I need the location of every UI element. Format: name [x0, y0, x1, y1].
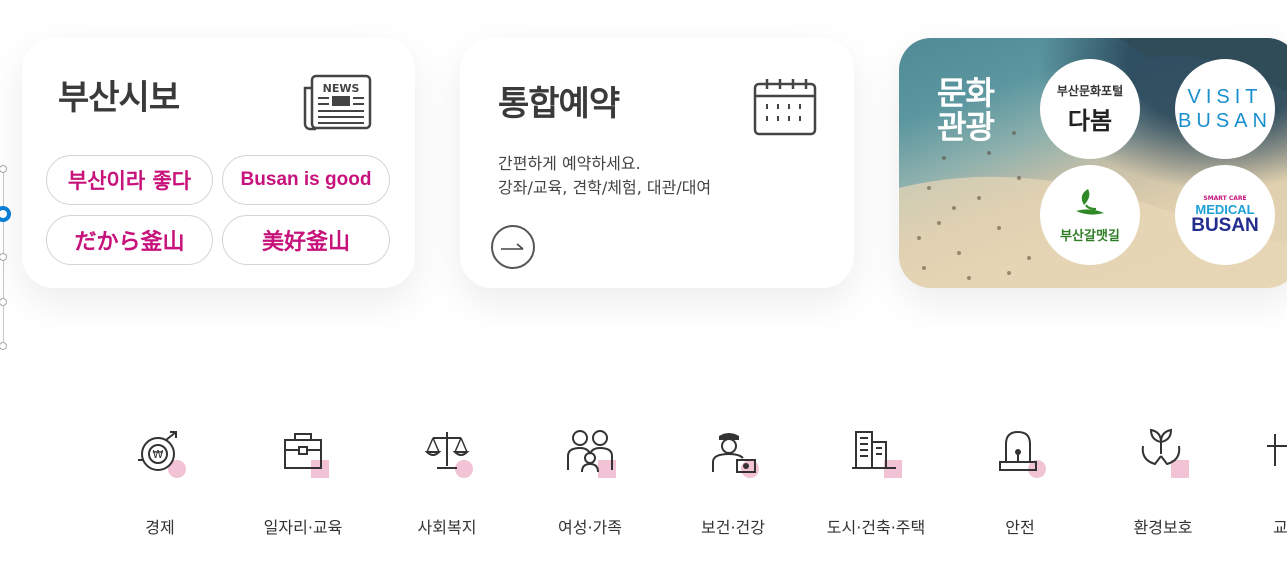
slider-dot-3[interactable]	[0, 253, 7, 261]
dabom-small-label: 부산문화포털	[1056, 84, 1124, 98]
category-social-welfare[interactable]: 사회복지	[387, 424, 507, 538]
news-icon-label: NEWS	[323, 82, 360, 95]
category-label: 경제	[145, 518, 175, 537]
newspaper-icon: NEWS	[303, 74, 372, 131]
category-environment[interactable]: 환경보호	[1103, 424, 1223, 538]
booking-description: 간편하게 예약하세요. 강좌/교육, 견학/체험, 대관/대여	[498, 152, 711, 200]
culture-card-title[interactable]: 문화 관광	[937, 74, 995, 146]
slider-dot-1[interactable]	[0, 165, 7, 173]
scales-icon	[424, 432, 470, 469]
booking-card[interactable]: 통합예약 간편하게 예약하세요. 강좌/교육, 견학/체험, 대관/대여	[460, 38, 854, 288]
category-jobs-education[interactable]: 일자리·교육	[243, 424, 363, 538]
economy-won-icon: ₩	[138, 431, 177, 471]
briefcase-icon	[284, 433, 322, 469]
medical-busan-label: BUSAN	[1191, 215, 1259, 236]
slider-dot-4[interactable]	[0, 298, 7, 306]
busan-label: BUSAN	[1178, 110, 1272, 132]
visit-busan-link[interactable]: VISIT BUSAN	[1175, 59, 1275, 159]
category-label: 사회복지	[417, 518, 477, 537]
svg-text:₩: ₩	[153, 448, 164, 461]
vertical-slider[interactable]	[0, 165, 11, 350]
family-icon	[567, 430, 613, 473]
partial-category-icon	[1267, 434, 1287, 466]
booking-desc-line2: 강좌/교육, 견학/체험, 대관/대여	[498, 178, 712, 197]
category-economy[interactable]: ₩ 경제	[100, 424, 220, 538]
slider-dot-2-active[interactable]	[0, 206, 11, 222]
category-label: 교	[1273, 518, 1287, 537]
medical-small-label: SMART CARE	[1203, 195, 1247, 202]
plant-hands-icon	[1141, 428, 1181, 466]
culture-title-line1: 문화	[937, 74, 995, 112]
pill-busan-good-zh[interactable]: 美好釜山	[222, 215, 390, 265]
slider-dot-5[interactable]	[0, 342, 7, 350]
buildings-icon	[852, 431, 896, 469]
culture-title-line2: 관광	[937, 108, 995, 146]
medical-busan-link[interactable]: SMART CARE MEDICAL BUSAN	[1175, 165, 1275, 265]
booking-go-button[interactable]	[491, 225, 535, 269]
galmaetgil-link[interactable]: 부산갈맷길	[1040, 165, 1140, 265]
pill-busan-good-ja[interactable]: だから釜山	[46, 215, 213, 265]
arrow-right-icon	[501, 243, 524, 250]
dabom-big-label: 다봄	[1067, 107, 1113, 135]
category-label: 환경보호	[1133, 518, 1193, 537]
category-label: 안전	[1005, 518, 1035, 537]
booking-card-title[interactable]: 통합예약	[498, 76, 620, 125]
booking-desc-line1: 간편하게 예약하세요.	[498, 154, 641, 173]
culture-tourism-card: 문화 관광 부산문화포털 다봄 VISIT BUSAN 부산갈맷길 SMART …	[899, 38, 1287, 288]
dabom-portal-link[interactable]: 부산문화포털 다봄	[1040, 59, 1140, 159]
category-women-family[interactable]: 여성·가족	[530, 424, 650, 538]
category-health[interactable]: 보건·건강	[673, 424, 793, 538]
doctor-icon	[712, 433, 756, 473]
busan-news-card: 부산시보 NEWS 부산이라 좋다 Busan is good だから釜山 美好…	[22, 38, 415, 288]
galmaetgil-leaf-icon	[1076, 188, 1104, 215]
visit-label: VISIT	[1187, 86, 1263, 108]
category-label: 도시·건축·주택	[826, 518, 926, 537]
calendar-icon	[753, 79, 817, 136]
category-label: 여성·가족	[558, 518, 622, 537]
news-card-title[interactable]: 부산시보	[58, 70, 180, 119]
galmaetgil-label: 부산갈맷길	[1060, 228, 1120, 244]
category-partial[interactable]: 교	[1237, 424, 1287, 538]
category-label: 일자리·교육	[263, 518, 343, 537]
category-safety[interactable]: 안전	[960, 424, 1080, 538]
pill-busan-good-en[interactable]: Busan is good	[222, 155, 390, 205]
category-city-building-housing[interactable]: 도시·건축·주택	[816, 424, 936, 538]
category-label: 보건·건강	[701, 518, 765, 537]
pill-busan-good-ko[interactable]: 부산이라 좋다	[46, 155, 213, 205]
siren-icon	[999, 430, 1037, 471]
